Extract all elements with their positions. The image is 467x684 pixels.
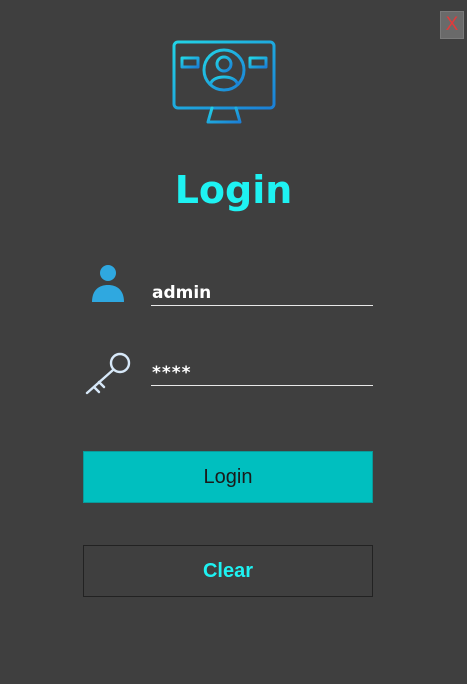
username-input[interactable] [151,280,373,306]
clear-button[interactable]: Clear [83,545,373,597]
login-button[interactable]: Login [83,451,373,503]
password-input[interactable] [151,360,373,386]
key-icon [85,352,131,395]
user-icon [92,265,124,302]
monitor-user-profile-icon [172,40,276,130]
page-title: Login [174,168,293,212]
close-button[interactable]: X [440,11,464,39]
